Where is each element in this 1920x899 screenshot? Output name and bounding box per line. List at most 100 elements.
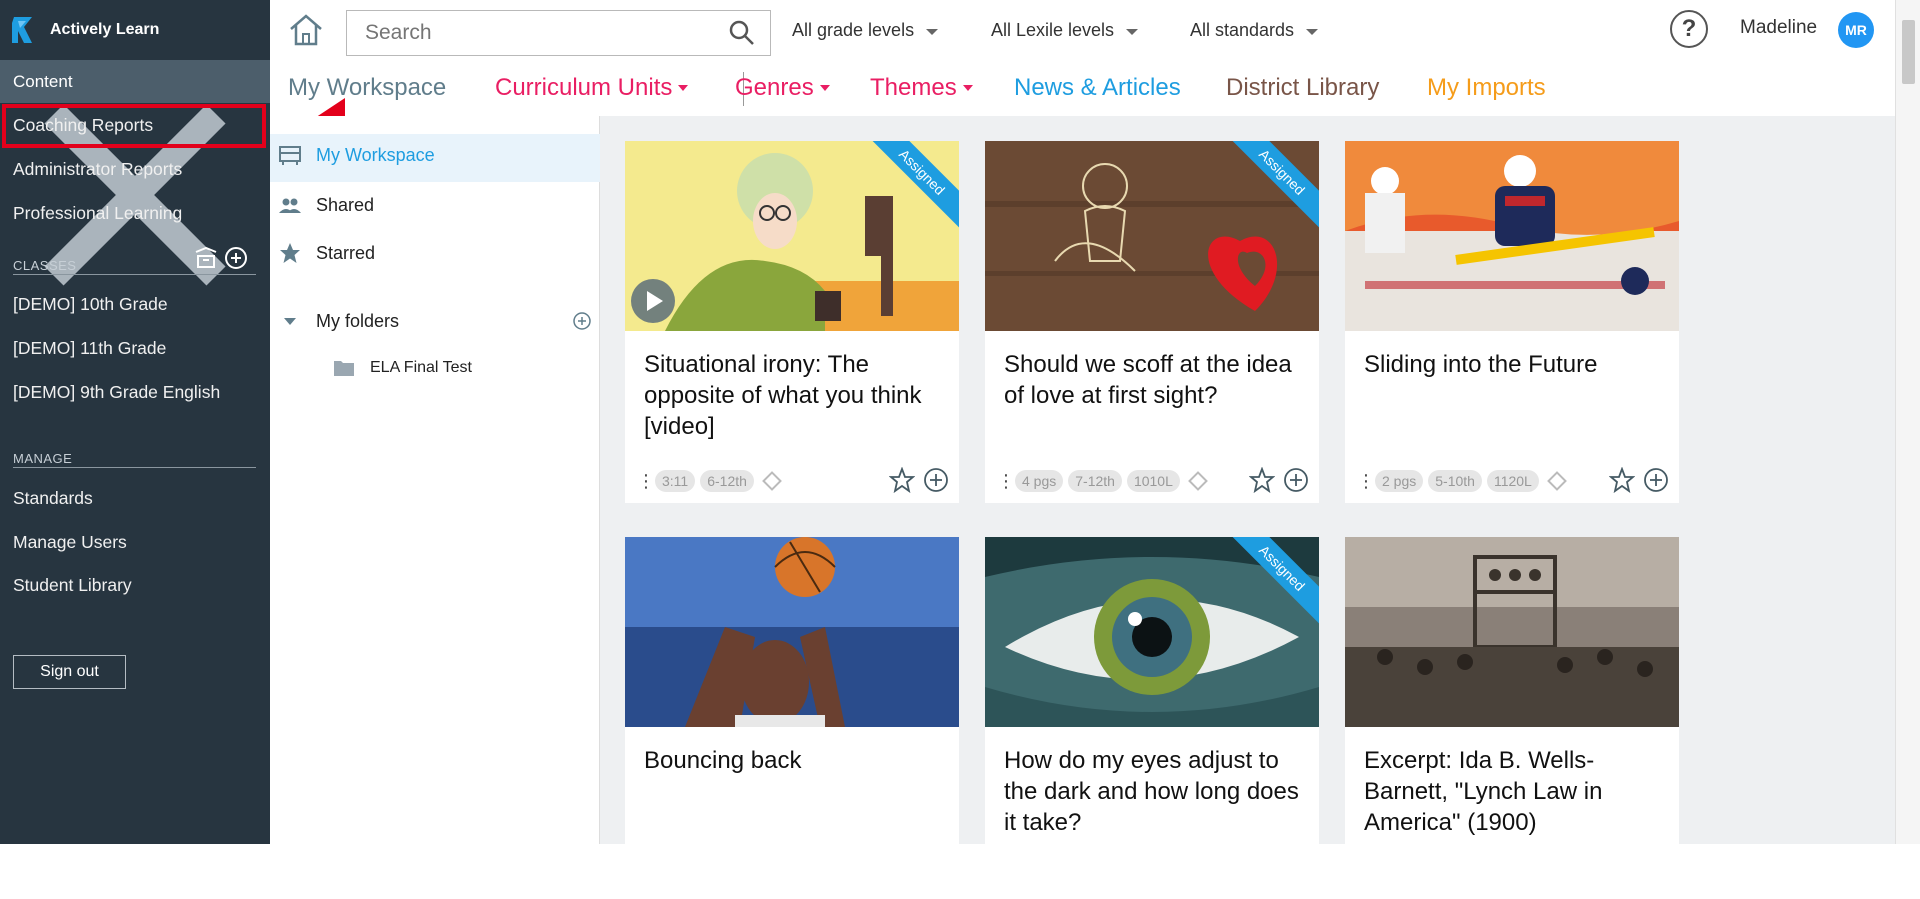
sidebar-item-class-10th[interactable]: [DEMO] 10th Grade (13, 294, 168, 315)
card-thumbnail (625, 537, 959, 727)
scrollbar-thumb[interactable] (1902, 20, 1915, 84)
workspace-sidebar: My Workspace Shared Starred My folders E… (270, 116, 600, 844)
sidebar-item-class-11th[interactable]: [DEMO] 11th Grade (13, 338, 166, 359)
chevron-down-icon (1306, 28, 1319, 35)
more-options-icon[interactable]: ⋮ (637, 472, 655, 490)
add-class-icon[interactable] (224, 246, 248, 270)
sidebar-item-starred[interactable]: Starred (270, 241, 375, 265)
tab-my-imports[interactable]: My Imports (1427, 74, 1546, 102)
grade-level-filter-label: All grade levels (792, 20, 915, 40)
tab-district-library[interactable]: District Library (1226, 74, 1379, 102)
card-thumbnail (1345, 537, 1679, 727)
add-icon[interactable] (1283, 467, 1309, 493)
card-actions (1609, 467, 1669, 493)
user-name[interactable]: Madeline (1740, 17, 1817, 39)
add-icon[interactable] (1643, 467, 1669, 493)
card-title[interactable]: Excerpt: Ida B. Wells-Barnett, "Lynch La… (1364, 745, 1664, 838)
tab-themes[interactable]: Themes (870, 74, 973, 102)
lexile-level-filter[interactable]: All Lexile levels (991, 20, 1139, 41)
star-icon[interactable] (889, 467, 915, 493)
search-icon[interactable] (728, 19, 756, 47)
search-input[interactable] (347, 11, 707, 55)
sidebar-item-professional-learning[interactable]: Professional Learning (13, 203, 182, 224)
grade-badge: 7-12th (1068, 470, 1122, 492)
star-icon[interactable] (1609, 467, 1635, 493)
chevron-down-icon (926, 28, 939, 35)
standards-icon (762, 471, 782, 491)
tab-genres[interactable]: Genres (735, 74, 830, 102)
tab-curriculum-units[interactable]: Curriculum Units (495, 74, 689, 102)
more-options-icon[interactable]: ⋮ (997, 472, 1015, 490)
grade-level-filter[interactable]: All grade levels (792, 20, 939, 41)
content-card[interactable]: Sliding into the Future ⋮ 2 pgs 5-10th 1… (1345, 141, 1679, 503)
tab-label: My Imports (1427, 74, 1546, 101)
folder-icon (332, 356, 356, 380)
card-thumbnail (1345, 141, 1679, 331)
duration-badge: 3:11 (655, 470, 696, 492)
more-options-icon[interactable]: ⋮ (1357, 472, 1375, 490)
starred-label: Starred (316, 242, 376, 263)
sidebar-item-shared[interactable]: Shared (270, 193, 374, 217)
tab-label: District Library (1226, 74, 1380, 101)
brand-name: Actively Learn (50, 21, 160, 38)
content-grid: Assigned Situational irony: The opposite… (600, 116, 1895, 899)
my-folders-header[interactable]: My folders (270, 309, 399, 333)
people-icon (278, 193, 302, 217)
main-sidebar: Actively Learn Content Coaching Reports … (0, 0, 270, 844)
sidebar-item-standards[interactable]: Standards (13, 488, 93, 509)
divider (13, 467, 256, 468)
class-actions (194, 246, 248, 270)
sidebar-item-administrator-reports[interactable]: Administrator Reports (13, 159, 182, 180)
add-icon[interactable] (923, 467, 949, 493)
content-tabs: My Workspace Curriculum Units Genres The… (270, 64, 1895, 114)
home-icon[interactable] (288, 12, 324, 48)
sidebar-item-student-library[interactable]: Student Library (13, 575, 132, 596)
chevron-down-icon (819, 85, 830, 91)
my-folders-label: My folders (316, 310, 400, 331)
standards-filter[interactable]: All standards (1190, 20, 1319, 41)
standards-filter-label: All standards (1190, 20, 1295, 40)
chevron-down-icon (278, 309, 302, 333)
sidebar-item-manage-users[interactable]: Manage Users (13, 532, 127, 553)
tab-news-articles[interactable]: News & Articles (1014, 74, 1181, 102)
tab-label: Themes (870, 74, 957, 101)
lexile-badge: 1120L (1486, 470, 1539, 492)
content-card[interactable]: Assigned How do my eyes adjust to the da… (985, 537, 1319, 899)
sign-out-button[interactable]: Sign out (13, 655, 126, 689)
standards-icon (1187, 471, 1208, 491)
tab-label: News & Articles (1014, 74, 1181, 101)
sidebar-item-content[interactable]: Content (0, 60, 270, 103)
content-card[interactable]: Assigned Situational irony: The opposite… (625, 141, 959, 503)
add-folder-icon[interactable] (572, 311, 592, 331)
help-icon[interactable]: ? (1670, 10, 1708, 48)
top-bar: All grade levels All Lexile levels All s… (270, 0, 1895, 64)
avatar[interactable]: MR (1838, 12, 1874, 48)
manage-section-label: MANAGE (13, 451, 73, 466)
card-title[interactable]: Sliding into the Future (1364, 349, 1664, 380)
chevron-down-icon (1126, 28, 1139, 35)
divider (13, 274, 256, 275)
card-actions (889, 467, 949, 493)
archive-class-icon[interactable] (194, 246, 218, 270)
standards-icon (1546, 471, 1567, 491)
card-title[interactable]: Should we scoff at the idea of love at f… (1004, 349, 1304, 411)
grade-badge: 6-12th (700, 470, 754, 492)
my-workspace-label: My Workspace (316, 144, 435, 165)
card-thumbnail: Assigned (625, 141, 959, 331)
content-card[interactable]: Bouncing back (625, 537, 959, 899)
classes-section-label: CLASSES (13, 258, 77, 273)
shared-label: Shared (316, 194, 375, 215)
grade-badge: 5-10th (1428, 470, 1482, 492)
card-title[interactable]: Bouncing back (644, 745, 944, 776)
my-workspace-row[interactable]: My Workspace (270, 143, 435, 167)
card-actions (1249, 467, 1309, 493)
content-card[interactable]: Assigned Should we scoff at the idea of … (985, 141, 1319, 503)
card-title[interactable]: How do my eyes adjust to the dark and ho… (1004, 745, 1304, 838)
content-card[interactable]: Excerpt: Ida B. Wells-Barnett, "Lynch La… (1345, 537, 1679, 899)
card-title[interactable]: Situational irony: The opposite of what … (644, 349, 944, 442)
page-scrollbar[interactable] (1895, 0, 1920, 844)
sidebar-item-class-9th[interactable]: [DEMO] 9th Grade English (13, 382, 220, 403)
star-icon[interactable] (1249, 467, 1275, 493)
chevron-down-icon (962, 85, 973, 91)
folder-item[interactable]: ELA Final Test (324, 356, 472, 380)
